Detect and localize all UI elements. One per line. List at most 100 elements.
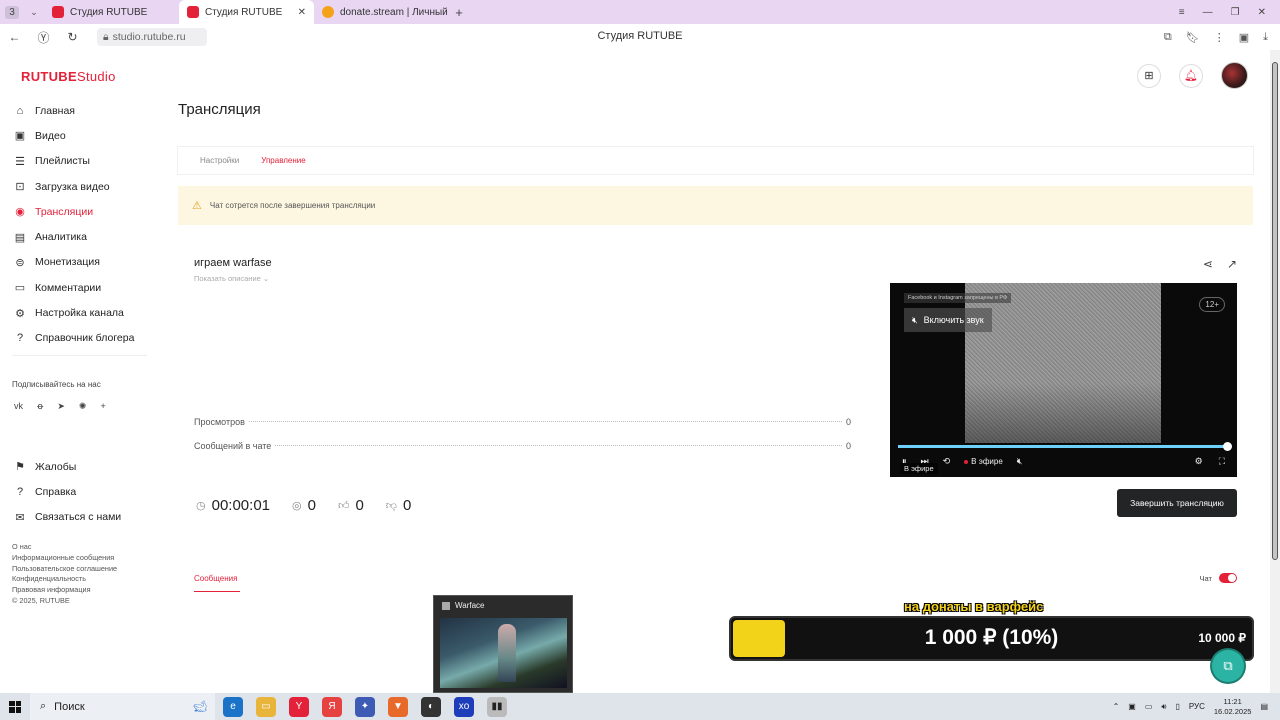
- tab-settings[interactable]: Настройки: [200, 156, 239, 165]
- player-progress-knob[interactable]: [1223, 442, 1232, 451]
- notifications-icon[interactable]: ▤: [1260, 702, 1268, 711]
- battery-icon[interactable]: ▯: [1175, 702, 1179, 711]
- address-bar-actions: ⧉ 🔖︎ ⋮ ▣ ⤓: [1164, 31, 1280, 44]
- avatar[interactable]: [1221, 62, 1248, 89]
- translate-icon[interactable]: ⧉: [1164, 31, 1172, 44]
- tab-list-chevron-icon[interactable]: ⌄: [24, 7, 44, 18]
- download-icon[interactable]: ⤓: [1263, 31, 1268, 44]
- bookmark-icon[interactable]: 🔖︎: [1186, 31, 1200, 44]
- tab-management[interactable]: Управление: [261, 156, 305, 165]
- add-video-icon[interactable]: ⊞: [1137, 63, 1161, 88]
- more-social-icon[interactable]: +: [100, 401, 105, 412]
- sidebar-item-upload[interactable]: ⊡ Загрузка видео: [14, 174, 164, 199]
- close-window-icon[interactable]: ✕: [1258, 7, 1266, 18]
- social-links: vk ꝋ ➤ ✺ +: [14, 401, 106, 412]
- volume-muted-icon[interactable]: 🔇︎: [1017, 456, 1023, 467]
- footer-link-privacy[interactable]: Конфиденциальность: [12, 574, 117, 585]
- footer-link-agreement[interactable]: Пользовательское соглашение: [12, 564, 117, 575]
- warface-app-icon[interactable]: ▮▮: [487, 696, 507, 717]
- xo-app-icon[interactable]: xo: [454, 696, 474, 717]
- sidebar-secondary-nav: ⚑ Жалобы ? Справка ✉ Связаться с нами: [14, 454, 121, 530]
- footer-link-about[interactable]: О нас: [12, 542, 117, 553]
- open-external-icon[interactable]: ↗: [1227, 257, 1237, 271]
- menu-icon[interactable]: ≡: [1179, 7, 1185, 18]
- windows-logo-icon: [9, 700, 21, 713]
- more-icon[interactable]: ⋮: [1214, 31, 1225, 44]
- yandex-icon[interactable]: Я: [322, 696, 342, 717]
- notifications-bell-icon[interactable]: 🔔︎: [1179, 63, 1203, 88]
- sidebar-item-monetization[interactable]: ⊜ Монетизация: [14, 250, 164, 275]
- url-field[interactable]: 🔒︎ studio.rutube.ru: [97, 28, 207, 46]
- rutube-studio-logo[interactable]: RUTUBEStudio: [21, 69, 116, 84]
- whale-icon: 🐋︎: [193, 701, 207, 713]
- footer-links: О нас Информационные сообщения Пользоват…: [12, 542, 117, 607]
- browser-tab-3[interactable]: donate.stream | Личный к: [314, 0, 449, 24]
- sidebar-item-analytics[interactable]: ▤ Аналитика: [14, 224, 164, 249]
- share-icon[interactable]: ⋖: [1203, 257, 1213, 271]
- sidebar-item-video[interactable]: ▣ Видео: [14, 123, 164, 148]
- restore-icon[interactable]: ❐: [1231, 7, 1240, 18]
- upload-icon: ⊡: [15, 181, 25, 194]
- tab-counter[interactable]: 3: [0, 0, 24, 24]
- app-icon[interactable]: ✦: [355, 696, 375, 717]
- vk-icon[interactable]: vk: [14, 401, 23, 412]
- sidebar-item-comments[interactable]: ▭ Комментарии: [14, 275, 164, 300]
- tab-messages[interactable]: Сообщения: [194, 574, 237, 583]
- clock[interactable]: 11:21 16.02.2025: [1214, 697, 1252, 717]
- edge-icon[interactable]: e: [223, 696, 243, 717]
- rewind-10-icon[interactable]: ⟲: [943, 456, 951, 467]
- page-scrollbar[interactable]: [1270, 50, 1280, 693]
- footer-link-legal[interactable]: Правовая информация: [12, 585, 117, 596]
- viewers-counter: ◎ 0: [292, 497, 316, 514]
- chat-toggle[interactable]: Чат: [1200, 573, 1237, 583]
- dzen-icon[interactable]: ✺: [79, 401, 87, 412]
- sidebar-item-complaints[interactable]: ⚑ Жалобы: [14, 454, 121, 479]
- collections-icon[interactable]: ▣: [1239, 31, 1249, 44]
- minimize-icon[interactable]: —: [1203, 7, 1213, 18]
- thumbs-up-icon: 👍︎: [337, 500, 350, 512]
- network-icon[interactable]: ▭: [1145, 702, 1153, 711]
- close-tab-icon[interactable]: ✕: [298, 7, 306, 18]
- taskbar-search[interactable]: ⌕ Поиск 🐋︎: [30, 693, 215, 720]
- yandex-icon[interactable]: Ⓨ: [29, 29, 58, 46]
- taskbar-window-thumbnail[interactable]: Warface: [433, 595, 573, 693]
- sidebar-item-channel-settings[interactable]: ⚙ Настройка канала: [14, 300, 164, 325]
- player-progress-bar[interactable]: [898, 442, 1232, 451]
- scrollbar-thumb[interactable]: [1272, 62, 1278, 560]
- volume-icon[interactable]: 🔊︎: [1161, 702, 1166, 712]
- video-player[interactable]: Facebook и Instagram запрещены в РФ 🔇︎ Вк…: [890, 283, 1237, 477]
- back-icon[interactable]: ←: [0, 30, 29, 44]
- sidebar-item-home[interactable]: ⌂ Главная: [14, 98, 164, 123]
- yandex-browser-icon[interactable]: Y: [289, 696, 309, 717]
- reload-icon[interactable]: ↻: [58, 30, 87, 44]
- sidebar-item-broadcasts[interactable]: ◉ Трансляции: [14, 199, 164, 224]
- browser-tab-1[interactable]: Студия RUTUBE: [44, 0, 179, 24]
- social-title: Подписывайтесь на нас: [12, 380, 101, 389]
- language-indicator[interactable]: РУС: [1189, 702, 1205, 711]
- show-description-link[interactable]: Показать описание ⌄: [194, 274, 269, 283]
- player-controls: ⏸ ⏭ ⟲ В эфире 🔇︎ ⚙ ⛶: [902, 456, 1225, 467]
- chat-support-button[interactable]: ⧉: [1212, 650, 1244, 682]
- ok-icon[interactable]: ꝋ: [37, 401, 43, 412]
- sidebar-item-help[interactable]: ? Справка: [14, 479, 121, 504]
- obs-icon[interactable]: ◐: [421, 696, 441, 717]
- player-settings-icon[interactable]: ⚙: [1195, 456, 1203, 467]
- brave-icon[interactable]: ▼: [388, 696, 408, 717]
- sidebar-item-blogger-handbook[interactable]: ? Справочник блогера: [14, 326, 164, 351]
- tray-app-icon[interactable]: ▣: [1128, 702, 1136, 711]
- tray-chevron-icon[interactable]: ⌃: [1113, 702, 1120, 711]
- sidebar-item-playlists[interactable]: ☰ Плейлисты: [14, 149, 164, 174]
- sidebar-item-contact[interactable]: ✉ Связаться с нами: [14, 505, 121, 530]
- address-bar: ← Ⓨ ↻ 🔒︎ studio.rutube.ru Студия RUTUBE …: [0, 24, 1280, 50]
- analytics-icon: ▤: [14, 231, 26, 244]
- end-stream-button[interactable]: Завершить трансляцию: [1117, 489, 1237, 517]
- start-button[interactable]: [0, 700, 30, 713]
- file-explorer-icon[interactable]: ▭: [256, 696, 276, 717]
- unmute-button[interactable]: 🔇︎ Включить звук: [904, 308, 992, 332]
- chat-switch[interactable]: [1219, 573, 1237, 583]
- footer-link-info[interactable]: Информационные сообщения: [12, 553, 117, 564]
- browser-tab-2[interactable]: Студия RUTUBE ✕: [179, 0, 314, 24]
- new-tab-button[interactable]: +: [449, 5, 469, 20]
- fullscreen-icon[interactable]: ⛶: [1219, 456, 1225, 467]
- telegram-icon[interactable]: ➤: [57, 401, 65, 412]
